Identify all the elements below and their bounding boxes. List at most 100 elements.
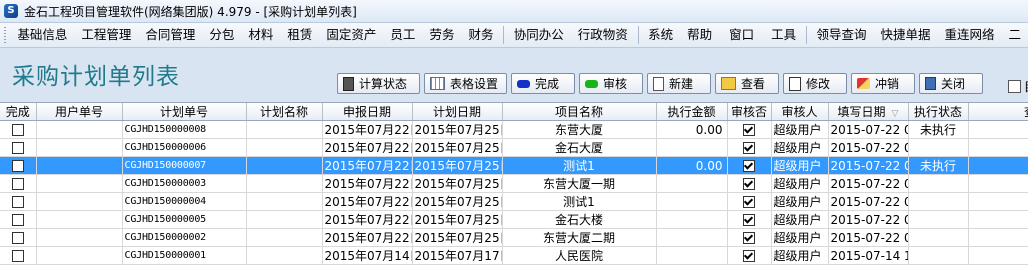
menu-contract-mgmt[interactable]: 合同管理 bbox=[138, 24, 202, 46]
table-row[interactable]: CGJHD1500000082015年07月22日2015年07月25日东营大厦… bbox=[0, 121, 1028, 139]
menu-labor[interactable]: 劳务 bbox=[422, 24, 461, 46]
cell-auditor: 超级用户 bbox=[771, 229, 828, 247]
audited-checkbox-box[interactable] bbox=[743, 124, 755, 136]
col-project[interactable]: 项目名称 bbox=[502, 103, 656, 121]
col-audited[interactable]: 审核否 bbox=[727, 103, 771, 121]
done-checkbox-box[interactable] bbox=[12, 178, 24, 190]
menu-basic-info[interactable]: 基础信息 bbox=[10, 24, 74, 46]
table-header: 完成 用户单号 计划单号 计划名称 申报日期 计划日期 项目名称 执行金额 审核… bbox=[0, 103, 1028, 121]
menu-help[interactable]: 帮助 bbox=[680, 24, 719, 46]
cell-status bbox=[908, 211, 968, 229]
menu-more[interactable]: 二 bbox=[1002, 24, 1028, 46]
table-row[interactable]: CGJHD1500000072015年07月22日2015年07月25日测试10… bbox=[0, 157, 1028, 175]
table-row[interactable]: CGJHD1500000012015年07月14日2015年07月17日人民医院… bbox=[0, 247, 1028, 265]
done-checkbox-box[interactable] bbox=[12, 196, 24, 208]
cell-plan-name bbox=[246, 229, 322, 247]
table-row[interactable]: CGJHD1500000032015年07月22日2015年07月25日东营大厦… bbox=[0, 175, 1028, 193]
cell-plan-no: CGJHD150000001 bbox=[122, 247, 246, 265]
cell-plan-name bbox=[246, 193, 322, 211]
col-status[interactable]: 执行状态 bbox=[908, 103, 968, 121]
cell-report-date: 2015年07月22日 bbox=[322, 121, 412, 139]
cell-status bbox=[908, 193, 968, 211]
cell-report-date: 2015年07月22日 bbox=[322, 229, 412, 247]
cell-amount bbox=[656, 175, 727, 193]
table-row[interactable]: CGJHD1500000042015年07月22日2015年07月25日测试1超… bbox=[0, 193, 1028, 211]
done-checkbox bbox=[0, 157, 36, 175]
cell-viewer bbox=[968, 157, 1028, 175]
col-report-date[interactable]: 申报日期 bbox=[322, 103, 412, 121]
done-checkbox bbox=[0, 139, 36, 157]
toggle-checkbox[interactable]: 目 bbox=[1008, 78, 1028, 95]
cell-fill-date: 2015-07-22 0( bbox=[828, 175, 908, 193]
done-checkbox-box[interactable] bbox=[12, 160, 24, 172]
col-auditor[interactable]: 审核人 bbox=[771, 103, 828, 121]
table-row[interactable]: CGJHD1500000022015年07月22日2015年07月25日东营大厦… bbox=[0, 229, 1028, 247]
menu-subcontract[interactable]: 分包 bbox=[202, 24, 241, 46]
cell-status bbox=[908, 139, 968, 157]
col-user-no[interactable]: 用户单号 bbox=[36, 103, 122, 121]
complete-button[interactable]: 完成 bbox=[511, 73, 575, 94]
menu-leader-query[interactable]: 领导查询 bbox=[809, 24, 873, 46]
audited-checkbox-box[interactable] bbox=[743, 232, 755, 244]
menu-grip-icon[interactable] bbox=[4, 27, 6, 43]
done-checkbox bbox=[0, 121, 36, 139]
menu-system[interactable]: 系统 bbox=[641, 24, 680, 46]
cell-project: 金石大楼 bbox=[502, 211, 656, 229]
toggle-checkbox-box[interactable] bbox=[1008, 80, 1021, 93]
edit-button[interactable]: 修改 bbox=[783, 73, 847, 94]
menu-admin-supplies[interactable]: 行政物资 bbox=[571, 24, 635, 46]
menu-finance[interactable]: 财务 bbox=[461, 24, 500, 46]
audit-button[interactable]: 审核 bbox=[579, 73, 643, 94]
col-plan-no[interactable]: 计划单号 bbox=[122, 103, 246, 121]
menu-quick-docs[interactable]: 快捷单据 bbox=[873, 24, 937, 46]
done-checkbox-box[interactable] bbox=[12, 124, 24, 136]
cell-status bbox=[908, 247, 968, 265]
col-viewer[interactable]: 查看用户 bbox=[968, 103, 1028, 121]
audited-checkbox-box[interactable] bbox=[743, 178, 755, 190]
menu-fixed-assets[interactable]: 固定资产 bbox=[319, 24, 383, 46]
cell-amount bbox=[656, 139, 727, 157]
audited-checkbox bbox=[727, 157, 771, 175]
cell-plan-name bbox=[246, 139, 322, 157]
menu-lease[interactable]: 租赁 bbox=[280, 24, 319, 46]
menu-material[interactable]: 材料 bbox=[241, 24, 280, 46]
audited-checkbox-box[interactable] bbox=[743, 160, 755, 172]
col-amount[interactable]: 执行金额 bbox=[656, 103, 727, 121]
col-done[interactable]: 完成 bbox=[0, 103, 36, 121]
done-checkbox-box[interactable] bbox=[12, 214, 24, 226]
done-checkbox-box[interactable] bbox=[12, 232, 24, 244]
cell-plan-date: 2015年07月17日 bbox=[412, 247, 502, 265]
menu-tools[interactable]: 工具 bbox=[764, 24, 803, 46]
audited-checkbox bbox=[727, 139, 771, 157]
done-checkbox-box[interactable] bbox=[12, 142, 24, 154]
done-checkbox-box[interactable] bbox=[12, 250, 24, 262]
done-checkbox bbox=[0, 211, 36, 229]
calc-status-button[interactable]: 计算状态 bbox=[337, 73, 420, 94]
cell-amount: 0.00 bbox=[656, 121, 727, 139]
audited-checkbox-box[interactable] bbox=[743, 142, 755, 154]
col-plan-date[interactable]: 计划日期 bbox=[412, 103, 502, 121]
reverse-button[interactable]: 冲销 bbox=[851, 73, 915, 94]
table-row[interactable]: CGJHD1500000052015年07月22日2015年07月25日金石大楼… bbox=[0, 211, 1028, 229]
cell-plan-date: 2015年07月25日 bbox=[412, 229, 502, 247]
close-button[interactable]: 关闭 bbox=[919, 73, 983, 94]
cell-report-date: 2015年07月22日 bbox=[322, 193, 412, 211]
cell-plan-no: CGJHD150000004 bbox=[122, 193, 246, 211]
table-settings-button[interactable]: 表格设置 bbox=[424, 73, 507, 94]
menu-window[interactable]: 窗口 bbox=[719, 24, 764, 46]
menu-project-mgmt[interactable]: 工程管理 bbox=[74, 24, 138, 46]
cell-viewer bbox=[968, 211, 1028, 229]
view-button[interactable]: 查看 bbox=[715, 73, 779, 94]
done-checkbox bbox=[0, 193, 36, 211]
cell-plan-date: 2015年07月25日 bbox=[412, 211, 502, 229]
menu-office[interactable]: 协同办公 bbox=[507, 24, 571, 46]
table-row[interactable]: CGJHD1500000062015年07月22日2015年07月25日金石大厦… bbox=[0, 139, 1028, 157]
col-fill-date[interactable]: 填写日期▽ bbox=[828, 103, 908, 121]
audited-checkbox-box[interactable] bbox=[743, 214, 755, 226]
new-button[interactable]: 新建 bbox=[647, 73, 711, 94]
audited-checkbox-box[interactable] bbox=[743, 250, 755, 262]
menu-reconnect[interactable]: 重连网络 bbox=[937, 24, 1001, 46]
audited-checkbox-box[interactable] bbox=[743, 196, 755, 208]
col-plan-name[interactable]: 计划名称 bbox=[246, 103, 322, 121]
menu-staff[interactable]: 员工 bbox=[383, 24, 422, 46]
